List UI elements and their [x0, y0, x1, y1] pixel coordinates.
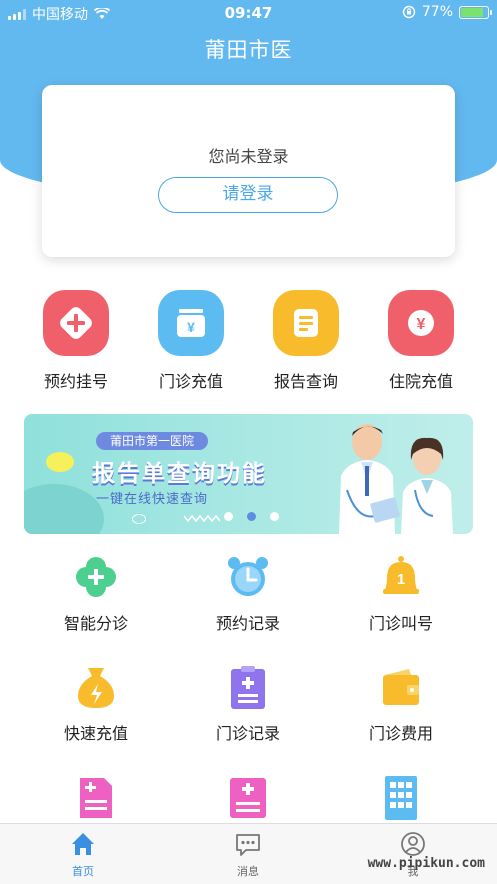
clipboard-icon: [225, 664, 271, 710]
quick-service-appointment[interactable]: 预约挂号: [26, 290, 126, 392]
service-smart-triage[interactable]: 智能分诊: [36, 554, 156, 634]
banner-title: 报告单查询功能: [92, 461, 267, 487]
quick-services: 预约挂号 ¥ 门诊充值 报告查询 ¥ 住院充值: [0, 290, 497, 392]
service-item[interactable]: [188, 774, 308, 830]
svg-text:1: 1: [397, 571, 405, 588]
service-outpatient-fees[interactable]: 门诊费用: [341, 664, 461, 744]
rotation-lock-icon: [402, 5, 416, 19]
home-icon: [72, 833, 94, 855]
wallet-icon: [378, 664, 424, 710]
login-prompt: 您尚未登录: [208, 147, 289, 166]
document-plus-icon: [73, 774, 119, 820]
quick-service-label: 住院充值: [388, 372, 453, 391]
report-icon: [273, 290, 339, 356]
pagination-dot[interactable]: [247, 512, 256, 521]
service-label: 预约记录: [215, 614, 280, 633]
quick-service-inpatient-recharge[interactable]: ¥ 住院充值: [371, 290, 471, 392]
banner-decoration: [46, 452, 74, 472]
yuan-circle-icon: ¥: [388, 290, 454, 356]
page-title: 莆田市医: [204, 38, 293, 62]
banner-subtitle: 一键在线快速查询: [96, 492, 209, 507]
service-outpatient-records[interactable]: 门诊记录: [188, 664, 308, 744]
calculator-icon: [225, 774, 271, 820]
banner-decoration: [132, 514, 146, 524]
status-bar: 中国移动 09:47 77%: [0, 0, 497, 26]
alarm-clock-icon: [225, 554, 271, 600]
service-item[interactable]: [36, 774, 156, 830]
service-quick-recharge[interactable]: 快速充值: [36, 664, 156, 744]
promo-banner[interactable]: 莆田市第一医院 报告单查询功能 一键在线快速查询: [24, 414, 473, 534]
quick-service-label: 报告查询: [273, 372, 338, 391]
money-bag-icon: [73, 664, 119, 710]
quick-service-outpatient-recharge[interactable]: ¥ 门诊充值: [141, 290, 241, 392]
tab-home[interactable]: 首页: [43, 830, 123, 879]
tab-home-label: 首页: [72, 865, 94, 878]
service-label: 门诊费用: [368, 724, 433, 743]
quick-service-report-query[interactable]: 报告查询: [256, 290, 356, 392]
watermark: www.pipikun.com: [367, 856, 485, 871]
tab-bar: 首页 消息 我: [0, 823, 497, 884]
user-icon: [401, 832, 425, 856]
building-icon: [378, 774, 424, 820]
clover-cross-icon: [73, 554, 119, 600]
service-item[interactable]: [341, 774, 461, 830]
pagination-dot[interactable]: [270, 512, 279, 521]
service-label: 门诊记录: [215, 724, 280, 743]
service-outpatient-queue[interactable]: 1 门诊叫号: [341, 554, 461, 634]
plus-diamond-icon: [43, 290, 109, 356]
login-button[interactable]: 请登录: [158, 177, 338, 213]
banner-pagination[interactable]: [224, 512, 279, 521]
tab-messages[interactable]: 消息: [208, 830, 288, 879]
quick-service-label: 预约挂号: [43, 372, 108, 391]
bell-icon: 1: [378, 554, 424, 600]
chat-bubble-icon: [236, 834, 260, 856]
service-label: 智能分诊: [63, 614, 128, 633]
login-card: 您尚未登录 请登录: [42, 85, 455, 257]
banner-decoration: [184, 514, 220, 523]
yuan-card-icon: ¥: [158, 290, 224, 356]
svg-text:¥: ¥: [187, 319, 195, 335]
svg-text:¥: ¥: [417, 316, 426, 333]
battery-percent: 77%: [421, 4, 453, 20]
tab-messages-label: 消息: [237, 865, 259, 878]
banner-hospital-name: 莆田市第一医院: [96, 432, 209, 450]
service-appointment-records[interactable]: 预约记录: [188, 554, 308, 634]
pagination-dot[interactable]: [224, 512, 233, 521]
quick-service-label: 门诊充值: [158, 372, 223, 391]
banner-decoration: [24, 484, 104, 534]
service-label: 快速充值: [63, 724, 128, 743]
battery-icon: [459, 5, 492, 19]
service-label: 门诊叫号: [368, 614, 433, 633]
tab-me[interactable]: 我: [373, 830, 453, 879]
doctors-illustration: [339, 424, 453, 534]
